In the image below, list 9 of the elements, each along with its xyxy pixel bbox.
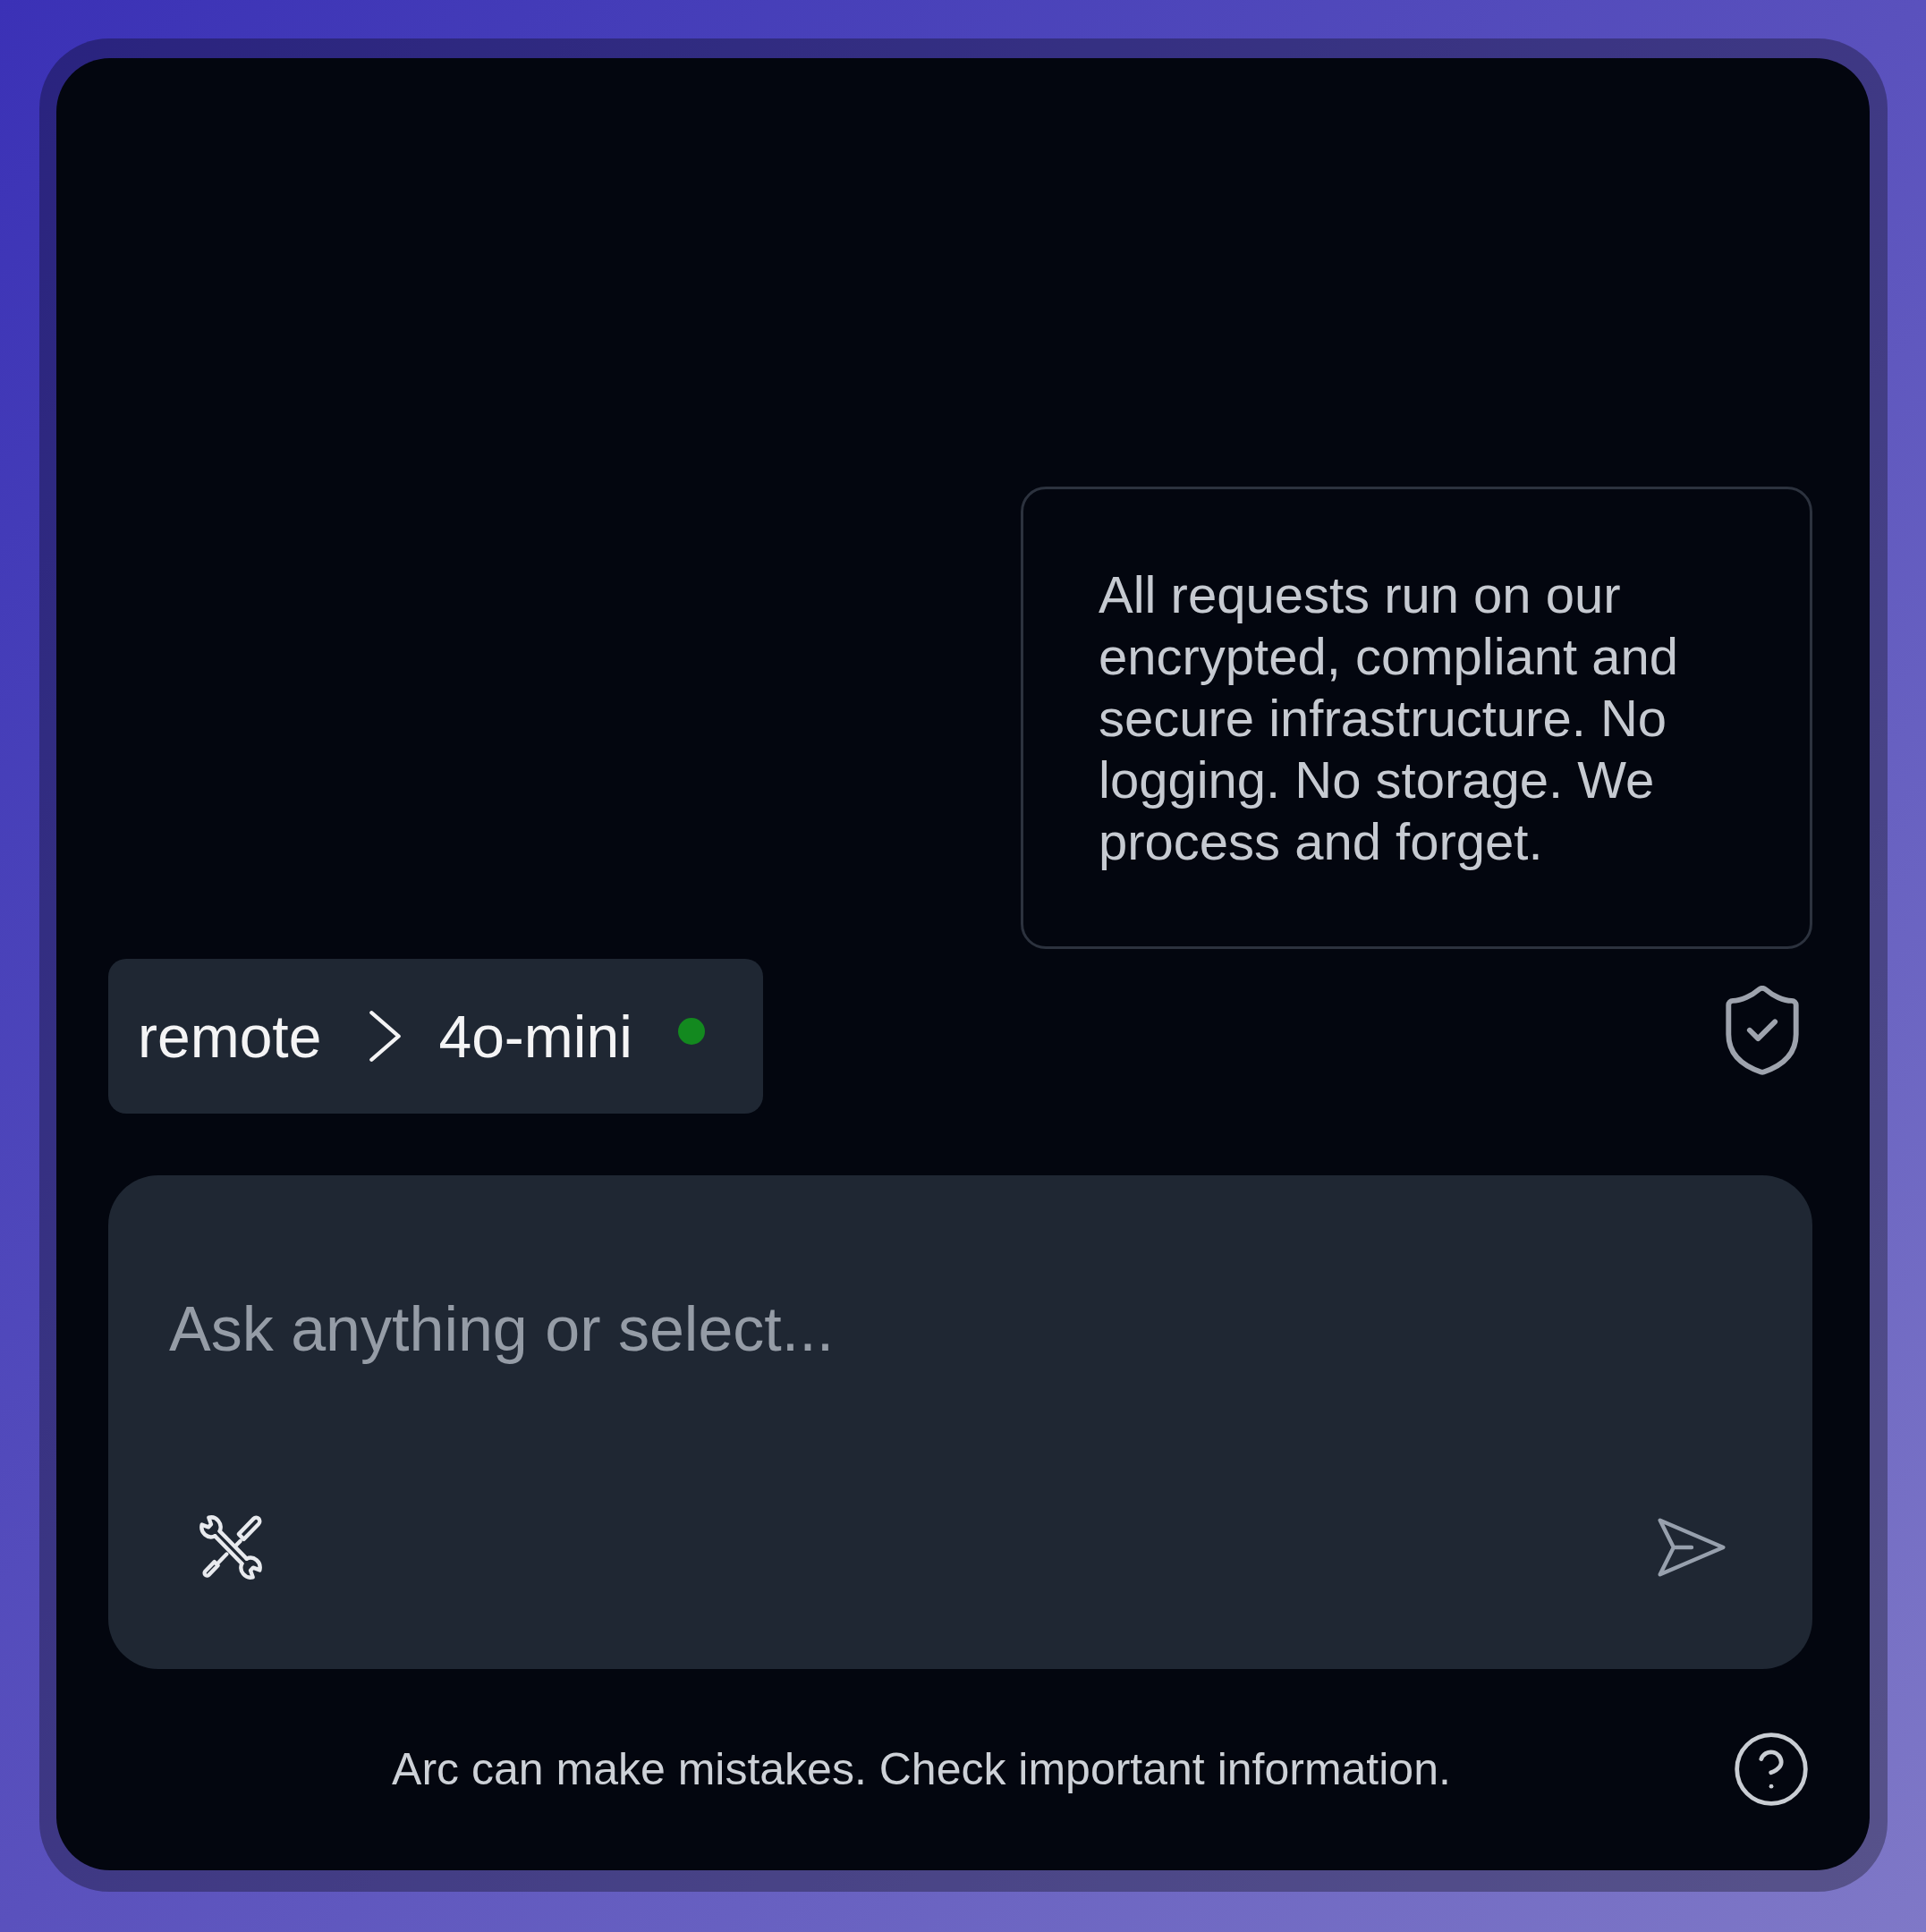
privacy-notice: All requests run on our encrypted, compliant and secure infrastructure. No logging. No storage. We process and forget. xyxy=(1099,564,1680,872)
chevron-right-icon xyxy=(369,1011,402,1062)
help-icon[interactable] xyxy=(1735,1732,1808,1806)
shield-check-icon xyxy=(1726,986,1799,1075)
disclaimer-text: Arc can make mistakes. Check important information. xyxy=(392,1742,1451,1795)
send-icon[interactable] xyxy=(1658,1518,1726,1577)
model-selector[interactable]: remote 4o-mini xyxy=(108,959,763,1114)
tools-icon[interactable] xyxy=(199,1515,262,1580)
message-input[interactable]: Ask anything or select... xyxy=(169,1292,1752,1367)
